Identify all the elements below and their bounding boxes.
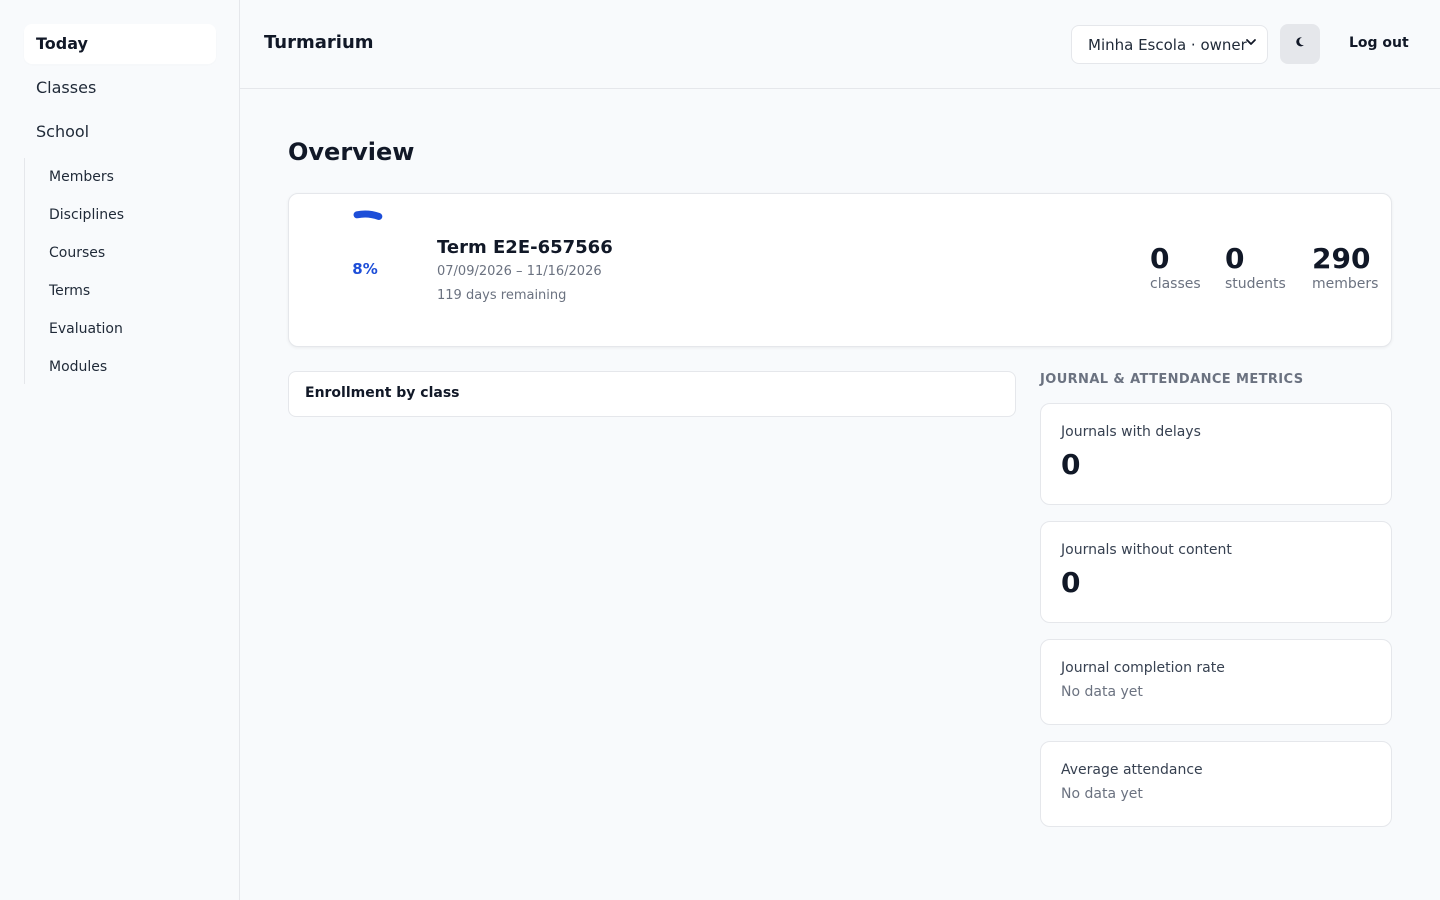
nav-item-today[interactable]: Today [24, 24, 216, 64]
page-title: Overview [288, 138, 415, 166]
stat-members: 290 members [1312, 242, 1378, 292]
metric-card-journals-delays: Journals with delays 0 [1040, 403, 1392, 505]
school-subnav: Members Disciplines Courses Terms Evalua… [24, 158, 216, 384]
metric-card-average-attendance: Average attendance No data yet [1040, 741, 1392, 827]
metric-card-journals-without-content: Journals without content 0 [1040, 521, 1392, 623]
school-select-value: Minha Escola · owner [1088, 35, 1247, 54]
stat-members-label: members [1312, 276, 1379, 292]
subnav-item-evaluation[interactable]: Evaluation [25, 310, 216, 348]
nav-item-school[interactable]: School [24, 112, 216, 152]
metric-label: Journals without content [1061, 542, 1232, 558]
top-header: Turmarium Minha Escola · owner Log out [240, 0, 1440, 89]
subnav-item-terms[interactable]: Terms [25, 272, 216, 310]
stat-classes-value: 0 [1150, 242, 1170, 275]
term-dates: 07/09/2026 – 11/16/2026 [437, 264, 602, 279]
metric-value: 0 [1061, 448, 1081, 481]
metric-label: Journal completion rate [1061, 660, 1225, 676]
metric-value: 0 [1061, 566, 1081, 599]
metric-no-data: No data yet [1061, 786, 1143, 802]
stat-classes-label: classes [1150, 276, 1201, 292]
stat-members-value: 290 [1312, 242, 1371, 275]
sidebar: Today Classes School Members Disciplines… [0, 0, 240, 900]
stat-classes: 0 classes [1150, 242, 1201, 292]
enrollment-title: Enrollment by class [305, 385, 460, 401]
term-progress-arc [353, 210, 383, 220]
stat-students: 0 students [1225, 242, 1286, 292]
term-remaining-days: 119 days remaining [437, 288, 567, 303]
subnav-item-members[interactable]: Members [25, 158, 216, 196]
term-progress-percent: 8% [352, 260, 378, 278]
term-name: Term E2E-657566 [437, 237, 613, 258]
moon-icon [1294, 36, 1306, 52]
chevron-down-icon [1245, 36, 1257, 52]
nav-item-classes[interactable]: Classes [24, 68, 216, 108]
stat-students-label: students [1225, 276, 1286, 292]
app-brand: Turmarium [264, 32, 374, 53]
theme-toggle-button[interactable] [1280, 24, 1320, 64]
metric-no-data: No data yet [1061, 684, 1143, 700]
school-select[interactable]: Minha Escola · owner [1071, 25, 1268, 64]
logout-button[interactable]: Log out [1349, 35, 1409, 51]
subnav-item-courses[interactable]: Courses [25, 234, 216, 272]
metrics-heading: JOURNAL & ATTENDANCE METRICS [1040, 372, 1304, 387]
metric-label: Journals with delays [1061, 424, 1201, 440]
metric-label: Average attendance [1061, 762, 1203, 778]
subnav-item-disciplines[interactable]: Disciplines [25, 196, 216, 234]
term-card: 8% Term E2E-657566 07/09/2026 – 11/16/20… [288, 193, 1392, 347]
subnav-item-modules[interactable]: Modules [25, 348, 216, 386]
main-nav: Today Classes School [24, 24, 216, 156]
metric-card-journal-completion-rate: Journal completion rate No data yet [1040, 639, 1392, 725]
term-progress-ring [353, 210, 383, 220]
enrollment-by-class-card: Enrollment by class [288, 371, 1016, 417]
stat-students-value: 0 [1225, 242, 1245, 275]
